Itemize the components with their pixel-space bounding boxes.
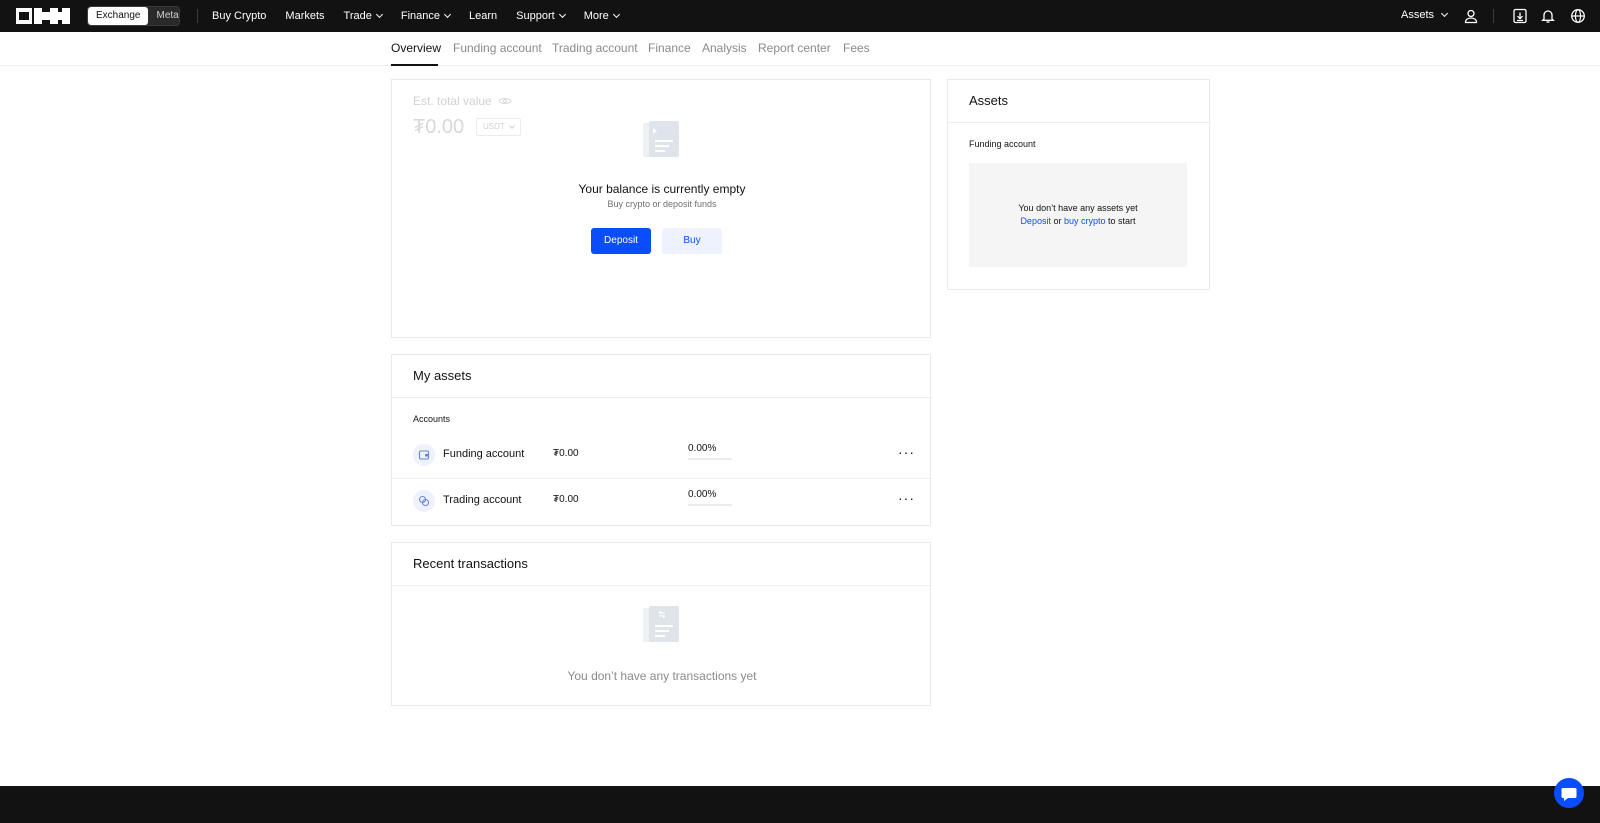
chat-icon — [1561, 788, 1577, 801]
assets-section-label: Funding account — [969, 139, 1036, 149]
nav-label: Finance — [400, 10, 441, 22]
balance-card: Est. total value ₮0.00 USDT Your balance… — [391, 79, 931, 338]
chevron-down-icon — [558, 10, 566, 19]
currency-select[interactable]: USDT — [476, 118, 521, 136]
account-subnav: Overview Funding account Trading account… — [0, 32, 1600, 66]
tab-analysis[interactable]: Analysis — [702, 41, 747, 55]
assets-empty-text: You don’t have any assets yet — [1018, 203, 1138, 213]
recent-transactions-card: Recent transactions You don’t have any t… — [391, 542, 932, 706]
nav-label: Trade — [343, 10, 372, 22]
tab-fees[interactable]: Fees — [843, 41, 870, 55]
empty-balance-title: Your balance is currently empty — [578, 182, 746, 196]
account-value: ₮0.00 — [553, 448, 579, 459]
account-percent: 0.00% — [688, 489, 717, 500]
nav-label: Buy Crypto — [212, 10, 267, 22]
assets-menu[interactable]: Assets — [1401, 9, 1449, 21]
more-icon[interactable]: ··· — [898, 490, 915, 506]
account-row[interactable]: Funding account ₮0.00 0.00% ··· — [392, 432, 932, 478]
my-assets-title: My assets — [413, 368, 472, 383]
empty-transactions-icon — [643, 606, 679, 642]
account-share-bar — [688, 458, 732, 460]
assets-menu-label: Assets — [1401, 9, 1435, 21]
or-text: or — [1053, 216, 1062, 226]
tab-funding-account[interactable]: Funding account — [453, 41, 542, 55]
to-start-text: to start — [1108, 216, 1136, 226]
nav-finance[interactable]: Finance — [400, 10, 452, 22]
currency-label: USDT — [483, 122, 505, 131]
nav-label: Markets — [285, 10, 325, 22]
footer — [0, 786, 1600, 823]
empty-document-icon — [643, 121, 679, 157]
chevron-down-icon — [508, 122, 515, 129]
tab-finance[interactable]: Finance — [648, 41, 691, 55]
bell-icon[interactable] — [1540, 8, 1556, 24]
exchange-toggle[interactable]: Exchange — [88, 7, 149, 25]
nav-label: More — [583, 10, 609, 22]
metax-toggle[interactable]: MetaX — [148, 7, 179, 25]
assets-card-title: Assets — [969, 93, 1009, 108]
more-icon[interactable]: ··· — [898, 444, 915, 460]
active-tab-indicator — [391, 64, 438, 66]
buy-crypto-link[interactable]: buy crypto — [1064, 216, 1106, 226]
est-total-value-label: Est. total value — [413, 94, 512, 108]
okx-logo[interactable] — [16, 8, 70, 24]
chevron-down-icon — [612, 10, 620, 19]
divider — [392, 585, 932, 586]
nav-learn[interactable]: Learn — [469, 10, 497, 22]
eye-icon[interactable] — [498, 96, 512, 106]
assets-empty-actions: Deposit or buy crypto to start — [969, 216, 1187, 226]
nav-label: Support — [516, 10, 555, 22]
deposit-link[interactable]: Deposit — [1020, 216, 1051, 226]
main-nav: Buy Crypto Markets Trade Finance Learn S… — [212, 0, 638, 32]
trading-icon — [413, 490, 435, 512]
empty-transactions-text: You don’t have any transactions yet — [567, 669, 757, 683]
account-percent: 0.00% — [688, 443, 717, 454]
nav-divider — [197, 9, 198, 23]
empty-balance-subtitle: Buy crypto or deposit funds — [607, 199, 717, 209]
est-total-value-text: Est. total value — [413, 94, 492, 108]
recent-transactions-title: Recent transactions — [413, 556, 528, 571]
nav-more[interactable]: More — [583, 10, 620, 22]
account-share-bar — [688, 504, 732, 506]
assets-card: Assets Funding account You don’t have an… — [947, 79, 1211, 290]
assets-empty-box: You don’t have any assets yet Deposit or… — [969, 163, 1187, 267]
buy-button[interactable]: Buy — [662, 228, 722, 254]
tab-overview[interactable]: Overview — [391, 41, 441, 55]
tab-report-center[interactable]: Report center — [758, 41, 831, 55]
user-icon[interactable] — [1463, 8, 1479, 24]
deposit-button[interactable]: Deposit — [591, 228, 651, 254]
download-icon[interactable] — [1512, 8, 1528, 24]
nav-support[interactable]: Support — [516, 10, 566, 22]
account-name: Funding account — [443, 448, 525, 460]
my-assets-card: My assets Accounts Funding account ₮0.00… — [391, 354, 932, 526]
nav-trade[interactable]: Trade — [343, 10, 383, 22]
divider — [948, 122, 1211, 123]
chat-support-button[interactable] — [1554, 778, 1584, 808]
nav-markets[interactable]: Markets — [285, 10, 324, 22]
account-name: Trading account — [443, 494, 522, 506]
account-value: ₮0.00 — [553, 494, 579, 505]
nav-label: Learn — [469, 10, 498, 22]
accounts-label: Accounts — [413, 414, 451, 424]
chevron-down-icon — [375, 10, 383, 19]
chevron-down-icon — [1440, 9, 1449, 18]
tab-trading-account[interactable]: Trading account — [552, 41, 638, 55]
globe-icon[interactable] — [1570, 8, 1586, 24]
chevron-down-icon — [443, 10, 452, 19]
exchange-metax-switch: Exchange MetaX — [87, 6, 180, 26]
account-row[interactable]: Trading account ₮0.00 0.00% ··· — [392, 478, 932, 524]
top-navigation-bar: Exchange MetaX Buy Crypto Markets Trade … — [0, 0, 1600, 32]
nav-buy-crypto[interactable]: Buy Crypto — [212, 10, 266, 22]
tools-divider — [1493, 9, 1494, 23]
divider — [392, 397, 932, 398]
wallet-icon — [413, 444, 435, 466]
total-value: ₮0.00 — [413, 116, 465, 138]
